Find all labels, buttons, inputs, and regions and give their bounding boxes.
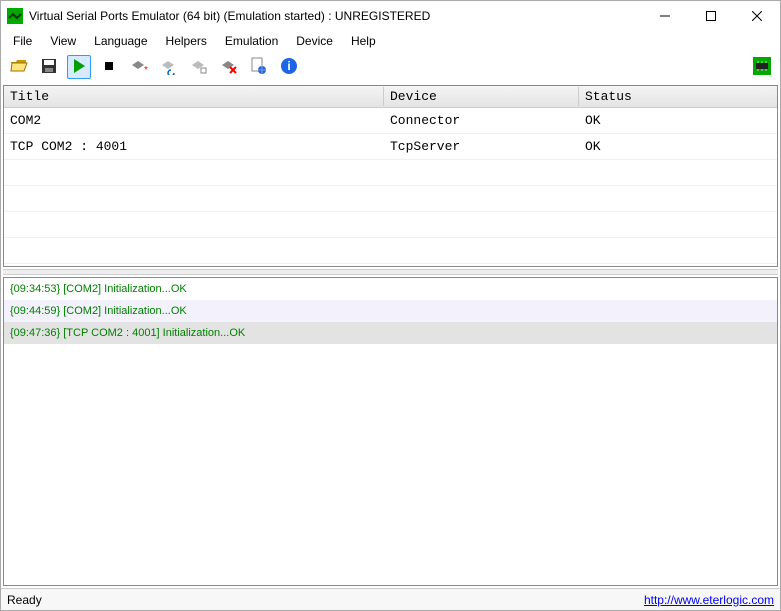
network-settings-button[interactable]: [247, 55, 271, 79]
about-button[interactable]: i: [277, 55, 301, 79]
splitter[interactable]: [3, 269, 778, 275]
menu-language[interactable]: Language: [86, 32, 155, 50]
table-row[interactable]: COM2 Connector OK: [4, 108, 777, 134]
app-window: Virtual Serial Ports Emulator (64 bit) (…: [0, 0, 781, 611]
log-entry[interactable]: {09:34:53} [COM2] Initialization...OK: [4, 278, 777, 300]
save-floppy-icon: [40, 57, 58, 78]
page-globe-icon: [250, 57, 268, 78]
device-chip-button[interactable]: [750, 55, 774, 79]
table-header: Title Device Status: [4, 86, 777, 108]
plug-properties-icon: [190, 57, 208, 78]
delete-device-button[interactable]: [217, 55, 241, 79]
status-text: Ready: [7, 593, 42, 607]
svg-text:i: i: [287, 59, 290, 73]
save-button[interactable]: [37, 55, 61, 79]
menu-view[interactable]: View: [42, 32, 84, 50]
menu-helpers[interactable]: Helpers: [158, 32, 215, 50]
menu-help[interactable]: Help: [343, 32, 384, 50]
close-button[interactable]: [734, 1, 780, 31]
cell-status: OK: [579, 137, 777, 156]
minimize-button[interactable]: [642, 1, 688, 31]
maximize-button[interactable]: [688, 1, 734, 31]
cell-device: Connector: [384, 111, 579, 130]
stop-icon: [100, 57, 118, 78]
chip-icon: [753, 57, 771, 78]
table-row[interactable]: TCP COM2 : 4001 TcpServer OK: [4, 134, 777, 160]
statusbar: Ready http://www.eterlogic.com: [1, 588, 780, 610]
plug-delete-icon: [220, 57, 238, 78]
titlebar: Virtual Serial Ports Emulator (64 bit) (…: [1, 1, 780, 31]
open-folder-icon: [10, 57, 28, 78]
stop-emulation-button[interactable]: [97, 55, 121, 79]
col-title[interactable]: Title: [4, 87, 384, 106]
plug-new-icon: *: [130, 57, 148, 78]
menu-emulation[interactable]: Emulation: [217, 32, 286, 50]
log-panel: {09:34:53} [COM2] Initialization...OK {0…: [3, 277, 778, 586]
menu-file[interactable]: File: [5, 32, 40, 50]
table-row[interactable]: [4, 238, 777, 264]
table-row[interactable]: [4, 160, 777, 186]
open-button[interactable]: [7, 55, 31, 79]
cell-title: COM2: [4, 111, 384, 130]
log-entry[interactable]: {09:44:59} [COM2] Initialization...OK: [4, 300, 777, 322]
col-device[interactable]: Device: [384, 87, 579, 106]
table-row[interactable]: [4, 186, 777, 212]
table-row[interactable]: [4, 212, 777, 238]
info-icon: i: [280, 57, 298, 78]
log-entry[interactable]: {09:47:36} [TCP COM2 : 4001] Initializat…: [4, 322, 777, 344]
website-link[interactable]: http://www.eterlogic.com: [644, 593, 774, 607]
play-icon: [70, 57, 88, 78]
svg-text:*: *: [144, 65, 148, 75]
device-properties-button[interactable]: [187, 55, 211, 79]
cell-device: TcpServer: [384, 137, 579, 156]
app-icon: [7, 8, 23, 24]
start-emulation-button[interactable]: [67, 55, 91, 79]
col-status[interactable]: Status: [579, 87, 777, 106]
cell-title: TCP COM2 : 4001: [4, 137, 384, 156]
window-title: Virtual Serial Ports Emulator (64 bit) (…: [29, 9, 642, 23]
plug-refresh-icon: [160, 57, 178, 78]
toolbar: * i: [1, 51, 780, 83]
menubar: File View Language Helpers Emulation Dev…: [1, 31, 780, 51]
reinit-device-button[interactable]: [157, 55, 181, 79]
menu-device[interactable]: Device: [288, 32, 341, 50]
cell-status: OK: [579, 111, 777, 130]
device-table: Title Device Status COM2 Connector OK TC…: [3, 85, 778, 267]
create-device-button[interactable]: *: [127, 55, 151, 79]
